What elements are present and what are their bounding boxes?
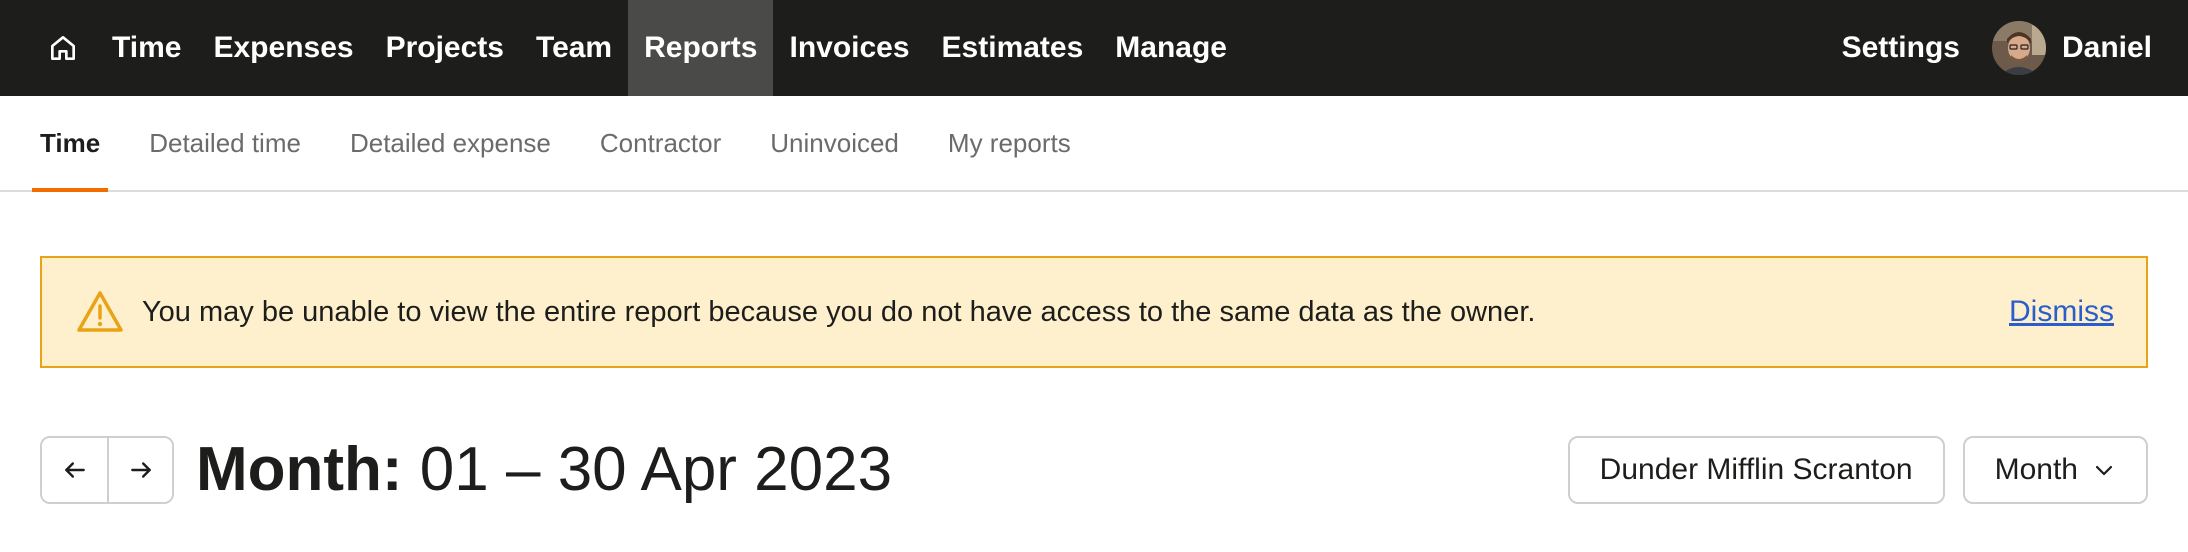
nav-item-expenses[interactable]: Expenses xyxy=(197,0,369,96)
report-tabs: Time Detailed time Detailed expense Cont… xyxy=(0,96,2188,192)
user-menu[interactable]: Daniel xyxy=(1991,21,2152,75)
next-period-button[interactable] xyxy=(107,438,172,502)
nav-item-reports[interactable]: Reports xyxy=(628,0,774,96)
nav-item-invoices[interactable]: Invoices xyxy=(773,0,925,96)
tab-contractor[interactable]: Contractor xyxy=(592,96,729,190)
home-icon xyxy=(51,36,75,60)
timeframe-dropdown[interactable]: Month xyxy=(1962,436,2148,504)
chevron-down-icon xyxy=(2092,458,2116,482)
period-title: Month: 01 – 30 Apr 2023 xyxy=(196,436,892,504)
tab-detailed-expense[interactable]: Detailed expense xyxy=(342,96,559,190)
tab-uninvoiced[interactable]: Uninvoiced xyxy=(762,96,907,190)
tab-my-reports[interactable]: My reports xyxy=(940,96,1079,190)
report-filters: Dunder Mifflin Scranton Month xyxy=(1567,436,2148,504)
period-pager xyxy=(40,436,174,504)
nav-item-time[interactable]: Time xyxy=(96,0,197,96)
client-filter-label: Dunder Mifflin Scranton xyxy=(1599,453,1913,486)
arrow-right-icon xyxy=(130,462,151,478)
nav-item-manage[interactable]: Manage xyxy=(1099,0,1243,96)
period-range: 01 – 30 Apr 2023 xyxy=(419,435,893,504)
timeframe-label: Month xyxy=(1994,453,2078,486)
dismiss-link[interactable]: Dismiss xyxy=(2009,295,2114,329)
warning-message: You may be unable to view the entire rep… xyxy=(142,295,1536,328)
nav-right: Settings Daniel xyxy=(1826,0,2188,96)
access-warning-banner: You may be unable to view the entire rep… xyxy=(40,256,2148,368)
warning-icon xyxy=(77,291,123,332)
nav-item-projects[interactable]: Projects xyxy=(370,0,520,96)
top-navigation: Time Expenses Projects Team Reports Invo… xyxy=(0,0,2188,96)
tab-time[interactable]: Time xyxy=(32,96,109,192)
nav-item-estimates[interactable]: Estimates xyxy=(926,0,1100,96)
nav-item-settings[interactable]: Settings xyxy=(1826,0,1992,96)
nav-item-team[interactable]: Team xyxy=(520,0,628,96)
user-name: Daniel xyxy=(2061,31,2152,64)
home-button[interactable] xyxy=(30,0,96,96)
arrow-left-icon xyxy=(64,462,85,478)
previous-period-button[interactable] xyxy=(42,438,107,502)
period-label: Month: xyxy=(196,435,403,504)
period-header: Month: 01 – 30 Apr 2023 Dunder Mifflin S… xyxy=(40,436,2148,504)
avatar xyxy=(1991,21,2046,75)
client-filter-button[interactable]: Dunder Mifflin Scranton xyxy=(1567,436,1945,504)
tab-detailed-time[interactable]: Detailed time xyxy=(141,96,309,190)
